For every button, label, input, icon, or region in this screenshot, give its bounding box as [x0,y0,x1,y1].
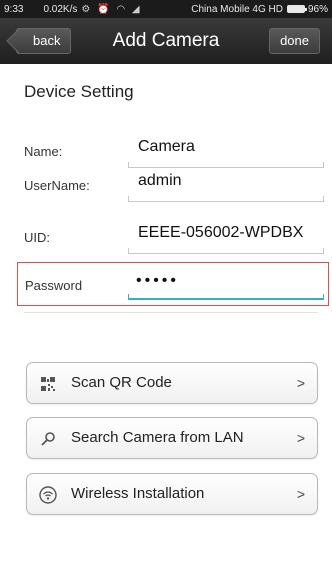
uid-field[interactable]: EEEE-056002-WPDBX [138,224,303,242]
password-field[interactable]: ••••• [136,272,179,290]
status-bar: 9:33 0.02K/s ⚙ ⏰ ◠ ◢ China Mobile 4G HD … [0,0,332,18]
back-button-label: back [33,33,61,48]
wireless-installation-label: Wireless Installation [71,485,205,502]
navigation-bar: Add Camera back done [0,18,332,64]
qr-code-icon [39,375,57,393]
chevron-right-icon: > [296,430,305,446]
section-title: Device Setting [24,82,134,101]
status-time: 9:33 [4,3,24,15]
username-label: UserName: [24,178,90,193]
username-row: UserName: admin [24,162,326,206]
uid-label: UID: [24,230,50,245]
wireless-installation-button[interactable]: Wireless Installation > [26,473,318,515]
divider [24,312,318,313]
done-button[interactable]: done [269,28,320,54]
username-field[interactable]: admin [138,172,182,190]
name-label: Name: [24,144,63,159]
network-speed: 0.02K/s [43,3,78,15]
carrier-label: China Mobile 4G HD [191,3,283,15]
battery-percent: 96% [307,3,328,15]
search-camera-lan-button[interactable]: Search Camera from LAN > [26,417,318,459]
password-row: Password ••••• [17,262,329,306]
search-camera-lan-label: Search Camera from LAN [71,429,244,446]
scan-qr-code-label: Scan QR Code [71,374,172,391]
scan-qr-code-button[interactable]: Scan QR Code > [26,362,318,404]
done-button-label: done [280,33,309,48]
back-button[interactable]: back [16,28,72,54]
chevron-right-icon: > [296,375,305,391]
name-field[interactable]: Camera [138,138,195,156]
chevron-right-icon: > [296,486,305,502]
status-icons: ⚙ ⏰ ◠ ◢ [81,3,142,15]
search-icon [39,430,57,448]
password-field-underline [128,294,324,300]
wifi-icon [39,486,57,504]
battery-icon [286,5,307,13]
password-label: Password [25,278,83,293]
username-field-underline [128,196,324,202]
uid-row: UID: EEEE-056002-WPDBX [24,214,326,258]
uid-field-underline [128,248,324,254]
